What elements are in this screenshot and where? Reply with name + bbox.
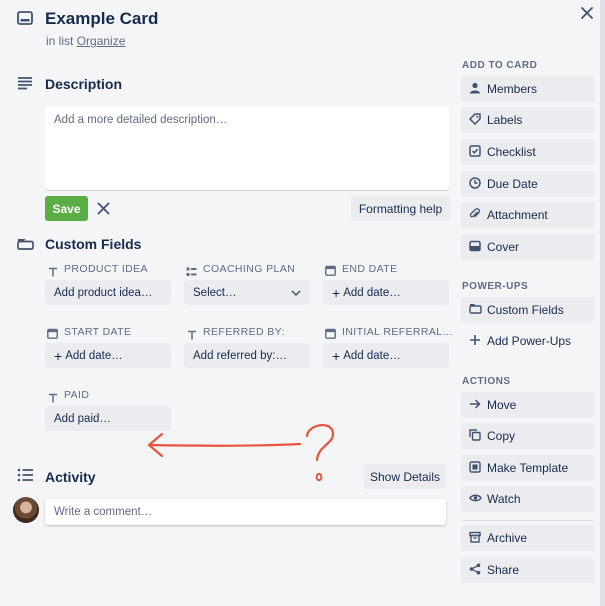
make-template-button[interactable]: Make Template bbox=[461, 455, 594, 481]
initial-referral-input[interactable]: + Add date… bbox=[323, 343, 449, 368]
formatting-help-button[interactable]: Formatting help bbox=[351, 196, 450, 221]
custom-fields-heading: Custom Fields bbox=[45, 236, 142, 252]
copy-button[interactable]: Copy bbox=[461, 423, 594, 449]
labels-button[interactable]: Labels bbox=[461, 107, 594, 133]
attachment-label: Attachment bbox=[487, 208, 548, 222]
watch-button[interactable]: Watch bbox=[461, 486, 594, 512]
watch-label: Watch bbox=[487, 492, 521, 506]
move-label: Move bbox=[487, 398, 517, 412]
add-to-card-heading: ADD TO CARD bbox=[462, 60, 538, 71]
copy-label: Copy bbox=[487, 429, 516, 443]
members-label: Members bbox=[487, 82, 538, 96]
end-date-input[interactable]: + Add date… bbox=[323, 280, 449, 305]
card-title[interactable]: Example Card bbox=[45, 9, 158, 29]
calendar-icon bbox=[47, 326, 58, 344]
archive-label: Archive bbox=[487, 531, 528, 545]
custom-fields-label: Custom Fields bbox=[487, 303, 564, 317]
template-icon bbox=[469, 461, 481, 473]
field-label-coaching-plan: COACHING PLAN bbox=[203, 263, 296, 275]
close-icon[interactable] bbox=[580, 6, 594, 25]
checklist-label: Checklist bbox=[487, 145, 536, 159]
field-label-start-date: START DATE bbox=[64, 326, 132, 338]
plus-icon: + bbox=[332, 284, 341, 301]
activity-heading: Activity bbox=[45, 469, 96, 485]
in-list-text: in list Organize bbox=[46, 34, 125, 48]
description-placeholder: Add a more detailed description… bbox=[54, 114, 228, 126]
checklist-button[interactable]: Checklist bbox=[461, 139, 594, 165]
divider bbox=[461, 520, 594, 521]
move-button[interactable]: Move bbox=[461, 392, 594, 418]
tag-icon bbox=[469, 113, 481, 125]
copy-icon bbox=[469, 429, 481, 441]
field-label-initial-referral: INITIAL REFERRAL… bbox=[342, 326, 454, 338]
description-heading: Description bbox=[45, 76, 123, 92]
field-label-product-idea: PRODUCT IDEA bbox=[64, 263, 148, 275]
list-link[interactable]: Organize bbox=[77, 34, 126, 48]
plus-icon: + bbox=[332, 347, 341, 364]
referred-by-value: Add referred by:… bbox=[193, 349, 287, 362]
share-label: Share bbox=[487, 563, 520, 577]
coaching-plan-select[interactable]: Select… bbox=[184, 280, 310, 305]
clock-icon bbox=[469, 177, 481, 189]
arrow-right-icon bbox=[469, 398, 481, 410]
power-ups-heading: POWER-UPS bbox=[462, 281, 529, 292]
card-icon bbox=[17, 11, 33, 30]
custom-fields-icon bbox=[469, 303, 482, 314]
cover-button[interactable]: Cover bbox=[461, 234, 594, 260]
field-label-end-date: END DATE bbox=[342, 263, 398, 275]
custom-fields-icon bbox=[17, 237, 34, 255]
due-date-label: Due Date bbox=[487, 177, 538, 191]
field-label-paid: PAID bbox=[64, 389, 90, 401]
paid-value: Add paid… bbox=[54, 412, 111, 425]
labels-label: Labels bbox=[487, 113, 523, 127]
cancel-close-icon[interactable] bbox=[97, 202, 110, 220]
plus-icon bbox=[469, 334, 481, 346]
cover-label: Cover bbox=[487, 240, 520, 254]
share-icon bbox=[469, 563, 481, 575]
in-list-prefix: in list bbox=[46, 34, 74, 48]
calendar-icon bbox=[325, 326, 336, 344]
annotation-arrow-question bbox=[147, 424, 335, 482]
archive-button[interactable]: Archive bbox=[461, 525, 594, 551]
attachment-button[interactable]: Attachment bbox=[461, 202, 594, 228]
description-icon bbox=[17, 76, 33, 95]
save-button[interactable]: Save bbox=[45, 196, 88, 221]
field-label-referred-by: REFERRED BY: bbox=[203, 326, 285, 338]
referred-by-input[interactable]: Add referred by:… bbox=[184, 343, 310, 368]
person-icon bbox=[469, 82, 481, 94]
members-button[interactable]: Members bbox=[461, 76, 594, 102]
actions-heading: ACTIONS bbox=[462, 376, 511, 387]
custom-fields-button[interactable]: Custom Fields bbox=[461, 297, 594, 323]
paperclip-icon bbox=[469, 208, 481, 220]
checkbox-icon bbox=[469, 145, 481, 157]
start-date-input[interactable]: + Add date… bbox=[45, 343, 171, 368]
show-details-button[interactable]: Show Details bbox=[364, 464, 446, 489]
end-date-value: Add date… bbox=[343, 286, 401, 299]
archive-icon bbox=[469, 531, 481, 543]
comment-placeholder: Write a comment… bbox=[54, 506, 153, 518]
start-date-value: Add date… bbox=[65, 349, 123, 362]
cover-icon bbox=[469, 240, 481, 252]
chevron-down-icon bbox=[291, 287, 301, 299]
activity-icon bbox=[17, 468, 34, 487]
plus-icon: + bbox=[54, 347, 63, 364]
make-template-label: Make Template bbox=[487, 461, 569, 475]
window-edge bbox=[600, 0, 605, 606]
calendar-icon bbox=[325, 263, 336, 281]
coaching-plan-value: Select… bbox=[193, 286, 237, 299]
add-power-ups-button[interactable]: Add Power-Ups bbox=[461, 328, 594, 354]
avatar bbox=[13, 497, 39, 523]
initial-referral-value: Add date… bbox=[343, 349, 401, 362]
description-textarea[interactable]: Add a more detailed description… bbox=[45, 106, 449, 190]
add-power-ups-label: Add Power-Ups bbox=[487, 334, 572, 348]
product-idea-input[interactable]: Add product idea… bbox=[45, 280, 171, 305]
share-button[interactable]: Share bbox=[461, 557, 594, 583]
due-date-button[interactable]: Due Date bbox=[461, 171, 594, 197]
eye-icon bbox=[469, 492, 482, 504]
comment-input[interactable]: Write a comment… bbox=[45, 499, 446, 525]
product-idea-value: Add product idea… bbox=[54, 286, 153, 299]
